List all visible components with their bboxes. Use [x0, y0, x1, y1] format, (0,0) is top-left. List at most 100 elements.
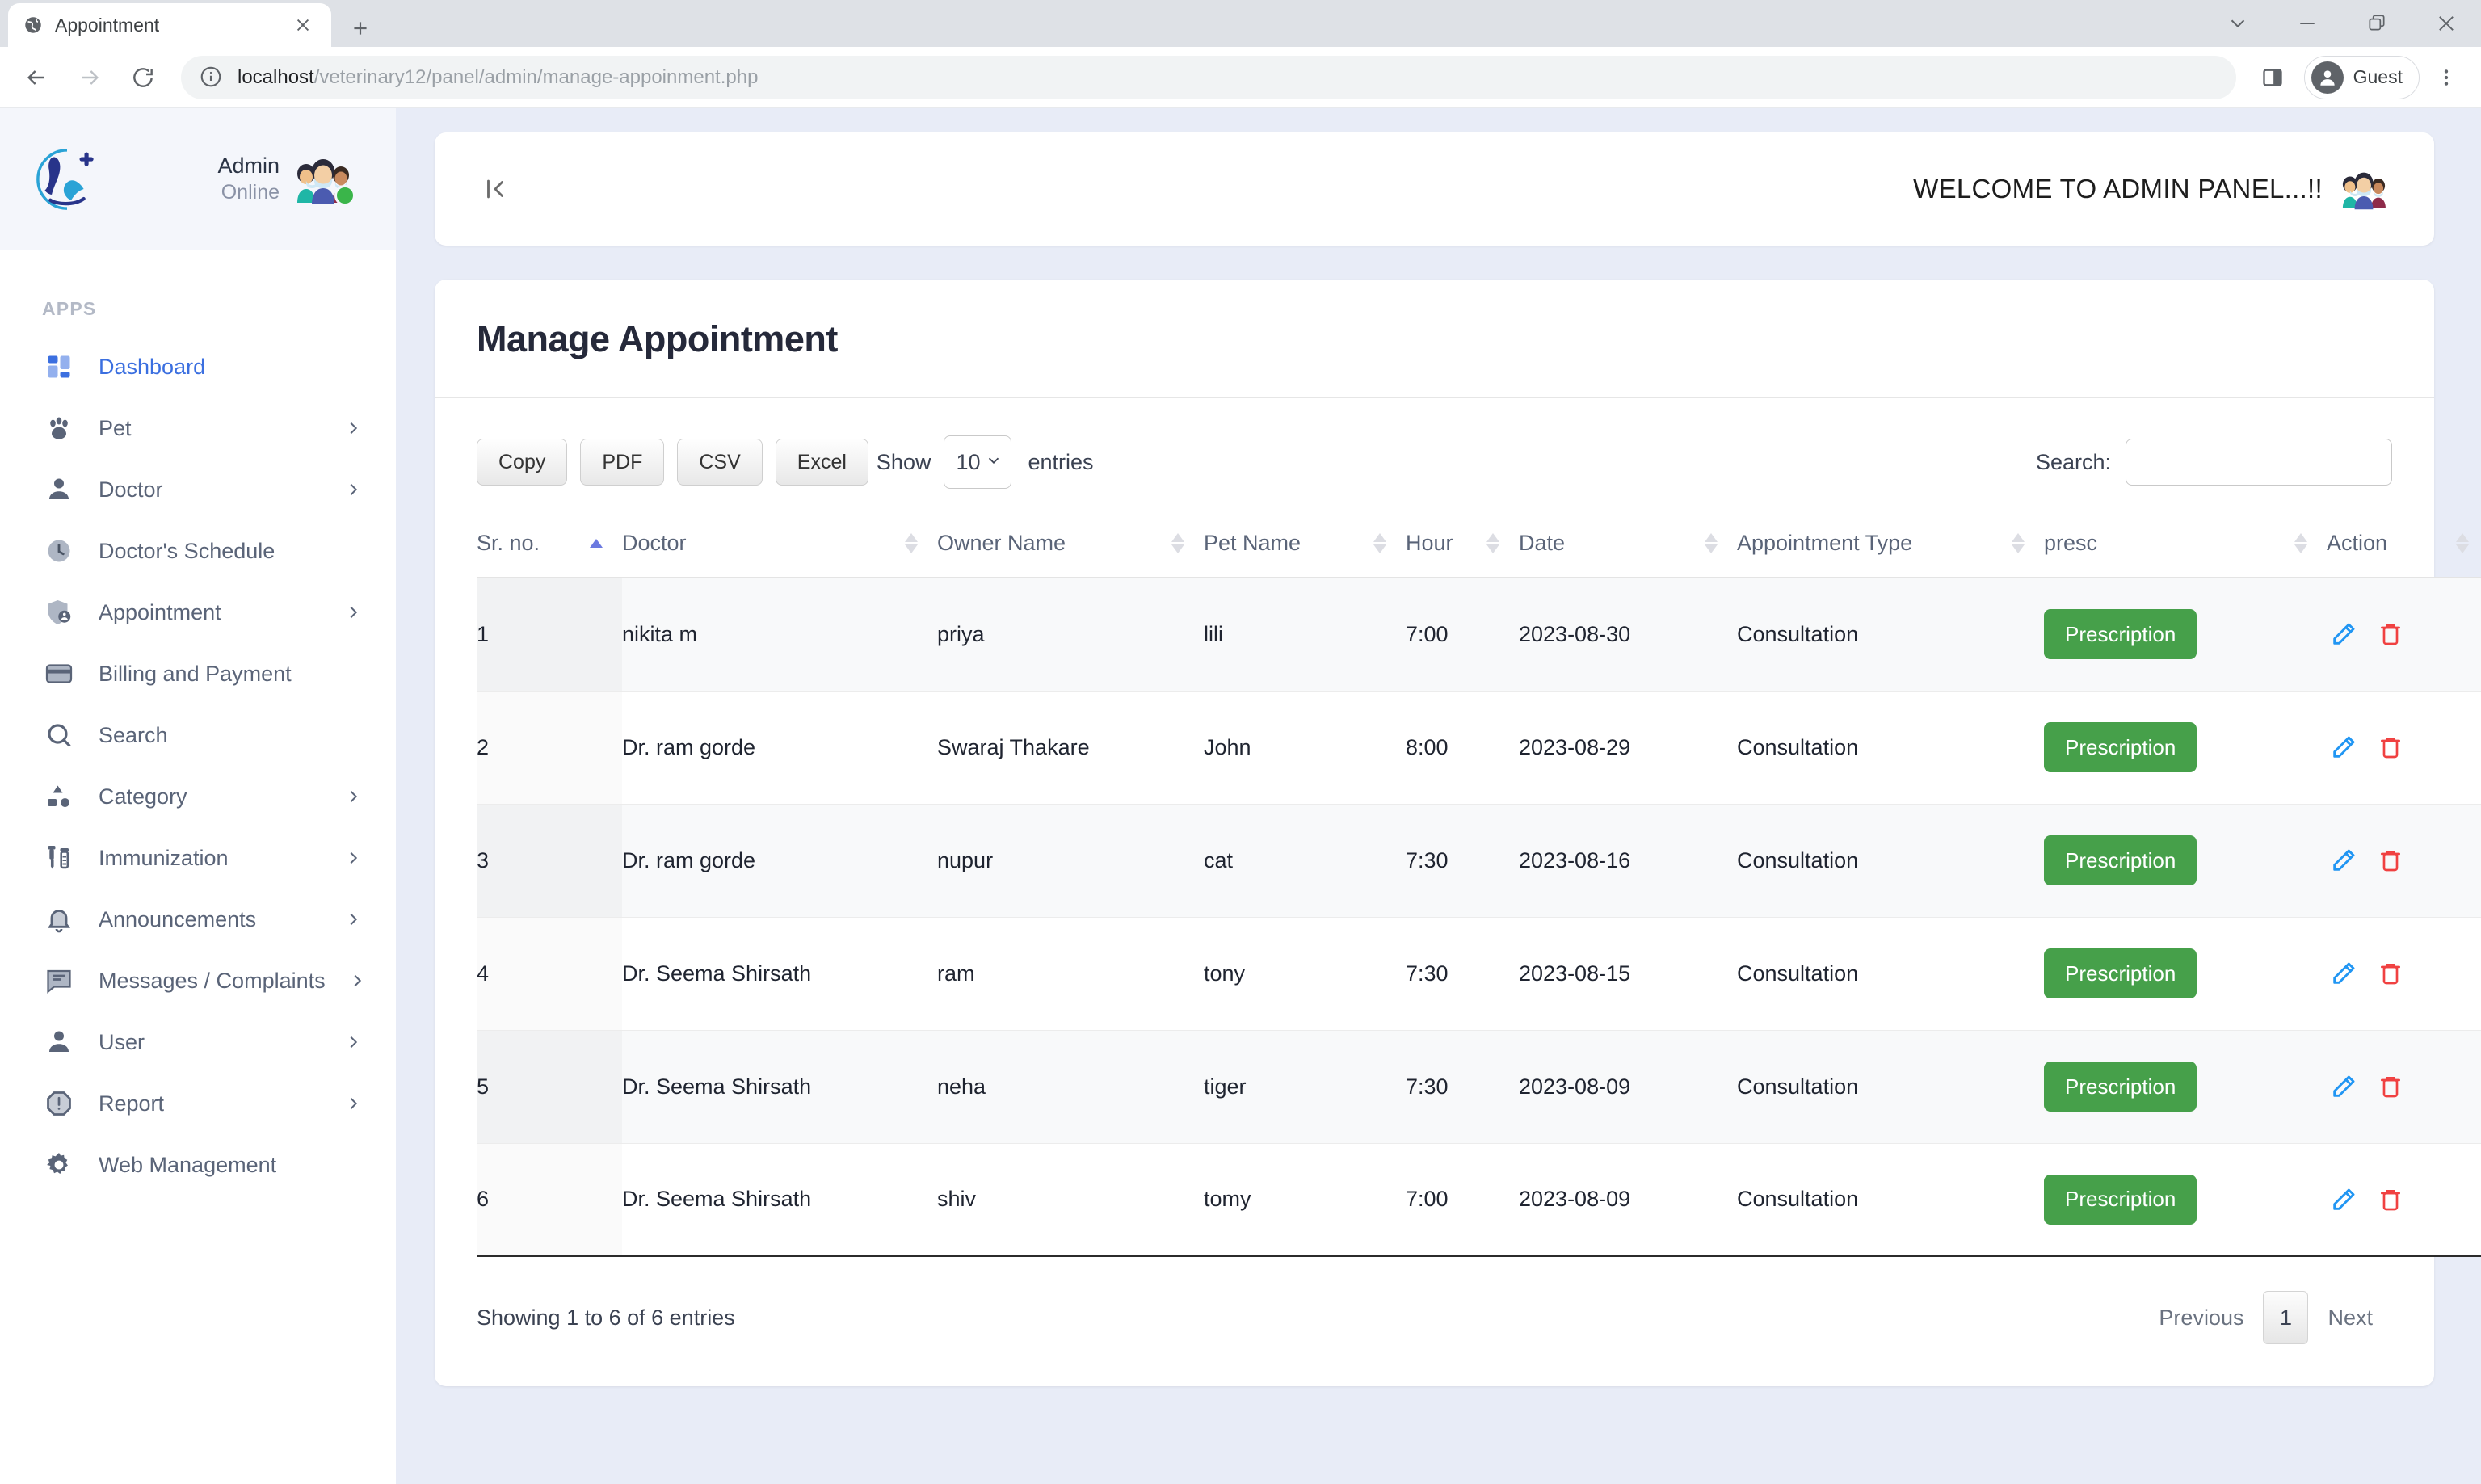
back-arrow-icon[interactable] [11, 53, 61, 103]
column-header-doctor[interactable]: Doctor [622, 513, 937, 578]
sidebar-item-user[interactable]: User [0, 1011, 396, 1073]
cell-owner-name: nupur [937, 804, 1204, 918]
page-length-select[interactable]: 10 [944, 435, 1012, 489]
cell-action [2327, 578, 2481, 692]
sidebar-item-search[interactable]: Search [0, 704, 396, 766]
pencil-edit-icon[interactable] [2327, 956, 2361, 990]
row-actions [2327, 1183, 2480, 1217]
cell-action [2327, 1143, 2481, 1257]
prescription-button[interactable]: Prescription [2044, 835, 2197, 885]
sidebar-item-doctor[interactable]: Doctor [0, 459, 396, 520]
browser-tab[interactable]: Appointment [8, 3, 331, 47]
tab-close-icon[interactable] [289, 11, 317, 39]
minimize-icon[interactable] [2273, 0, 2342, 47]
search-icon [42, 718, 76, 752]
sidebar-item-immunization[interactable]: Immunization [0, 827, 396, 889]
cell-presc: Prescription [2044, 917, 2327, 1031]
tab-strip: Appointment [0, 0, 2481, 47]
cell-pet-name: lili [1204, 578, 1406, 692]
page-number-button[interactable]: 1 [2263, 1291, 2309, 1344]
three-dot-menu-icon[interactable] [2423, 54, 2470, 101]
previous-page-button[interactable]: Previous [2139, 1291, 2263, 1344]
trash-delete-icon[interactable] [2374, 1070, 2407, 1104]
copy-button[interactable]: Copy [477, 439, 568, 486]
address-bar-url: localhost/veterinary12/panel/admin/manag… [238, 66, 758, 89]
column-header-date[interactable]: Date [1519, 513, 1737, 578]
prescription-button[interactable]: Prescription [2044, 948, 2197, 998]
sidebar-item-announcements[interactable]: Announcements [0, 889, 396, 950]
sidebar-item-doctors-schedule[interactable]: Doctor's Schedule [0, 520, 396, 582]
cell-presc: Prescription [2044, 691, 2327, 805]
address-bar[interactable]: localhost/veterinary12/panel/admin/manag… [181, 55, 2236, 99]
chevron-down-icon[interactable] [2203, 0, 2273, 47]
sidebar-item-messages-complaints[interactable]: Messages / Complaints [0, 950, 396, 1011]
sidebar: Admin Online APPS Dashboard Pet Doctor D… [0, 108, 396, 1484]
sidebar-item-label: Search [99, 722, 168, 747]
prescription-button[interactable]: Prescription [2044, 1174, 2197, 1225]
chevron-right-icon [344, 1095, 362, 1112]
table-body: 1 nikita m priya lili 7:00 2023-08-30 Consulta… [477, 578, 2481, 1257]
tab-title: Appointment [55, 14, 160, 36]
sidebar-item-report[interactable]: Report [0, 1073, 396, 1134]
cell-date: 2023-08-16 [1519, 804, 1737, 918]
next-page-button[interactable]: Next [2308, 1291, 2392, 1344]
sidebar-item-pet[interactable]: Pet [0, 397, 396, 459]
pencil-edit-icon[interactable] [2327, 617, 2361, 651]
column-header-owner-name[interactable]: Owner Name [937, 513, 1204, 578]
prescription-button[interactable]: Prescription [2044, 722, 2197, 772]
table-row: 4 Dr. Seema Shirsath ram tony 7:30 2023-08-15… [477, 917, 2481, 1031]
chevron-right-icon [344, 603, 362, 621]
sidebar-item-label: Pet [99, 415, 132, 440]
table-row: 3 Dr. ram gorde nupur cat 7:30 2023-08-16 Cons… [477, 804, 2481, 918]
sidebar-item-billing-and-payment[interactable]: Billing and Payment [0, 643, 396, 704]
reload-icon[interactable] [118, 53, 168, 103]
profile-button[interactable]: Guest [2303, 55, 2420, 99]
cell-sr-no: 5 [477, 1030, 622, 1144]
column-header-pet-name[interactable]: Pet Name [1204, 513, 1406, 578]
prescription-button[interactable]: Prescription [2044, 1062, 2197, 1112]
trash-delete-icon[interactable] [2374, 843, 2407, 877]
online-status-dot [334, 184, 355, 206]
trash-delete-icon[interactable] [2374, 1183, 2407, 1217]
cell-appointment-type: Consultation [1737, 917, 2044, 1031]
sidebar-item-appointment[interactable]: Appointment [0, 582, 396, 643]
prescription-button[interactable]: Prescription [2044, 609, 2197, 660]
info-circle-icon[interactable] [199, 65, 225, 90]
side-panel-icon[interactable] [2249, 54, 2296, 101]
column-label: Sr. no. [477, 531, 540, 555]
pdf-button[interactable]: PDF [580, 439, 665, 486]
maximize-icon[interactable] [2342, 0, 2412, 47]
avatar [292, 154, 355, 206]
column-header-hour[interactable]: Hour [1406, 513, 1519, 578]
pencil-edit-icon[interactable] [2327, 843, 2361, 877]
search-input[interactable] [2126, 439, 2392, 486]
vet-clinic-logo [32, 145, 102, 214]
shapes-icon [42, 780, 76, 813]
column-label: presc [2044, 531, 2098, 555]
excel-button[interactable]: Excel [775, 439, 868, 486]
table-row: 1 nikita m priya lili 7:00 2023-08-30 Consulta… [477, 578, 2481, 692]
csv-button[interactable]: CSV [677, 439, 763, 486]
sidebar-item-label: Dashboard [99, 354, 206, 379]
pencil-edit-icon[interactable] [2327, 1183, 2361, 1217]
page-length-value: 10 [956, 449, 981, 474]
column-header-presc[interactable]: presc [2044, 513, 2327, 578]
chevron-right-icon [344, 419, 362, 437]
chevron-right-icon [344, 481, 362, 498]
sidebar-item-category[interactable]: Category [0, 766, 396, 827]
collapse-sidebar-icon[interactable] [481, 175, 509, 203]
trash-delete-icon[interactable] [2374, 956, 2407, 990]
pencil-edit-icon[interactable] [2327, 1070, 2361, 1104]
trash-delete-icon[interactable] [2374, 730, 2407, 764]
pencil-edit-icon[interactable] [2327, 730, 2361, 764]
sidebar-item-label: Messages / Complaints [99, 968, 326, 993]
new-tab-button[interactable] [338, 10, 383, 47]
column-header-action[interactable]: Action [2327, 513, 2481, 578]
column-header-sr-no[interactable]: Sr. no. [477, 513, 622, 578]
sidebar-item-dashboard[interactable]: Dashboard [0, 336, 396, 397]
close-icon[interactable] [2412, 0, 2481, 47]
sidebar-user[interactable]: Admin Online [217, 153, 355, 206]
trash-delete-icon[interactable] [2374, 617, 2407, 651]
sidebar-item-web-management[interactable]: Web Management [0, 1134, 396, 1196]
column-header-appointment-type[interactable]: Appointment Type [1737, 513, 2044, 578]
